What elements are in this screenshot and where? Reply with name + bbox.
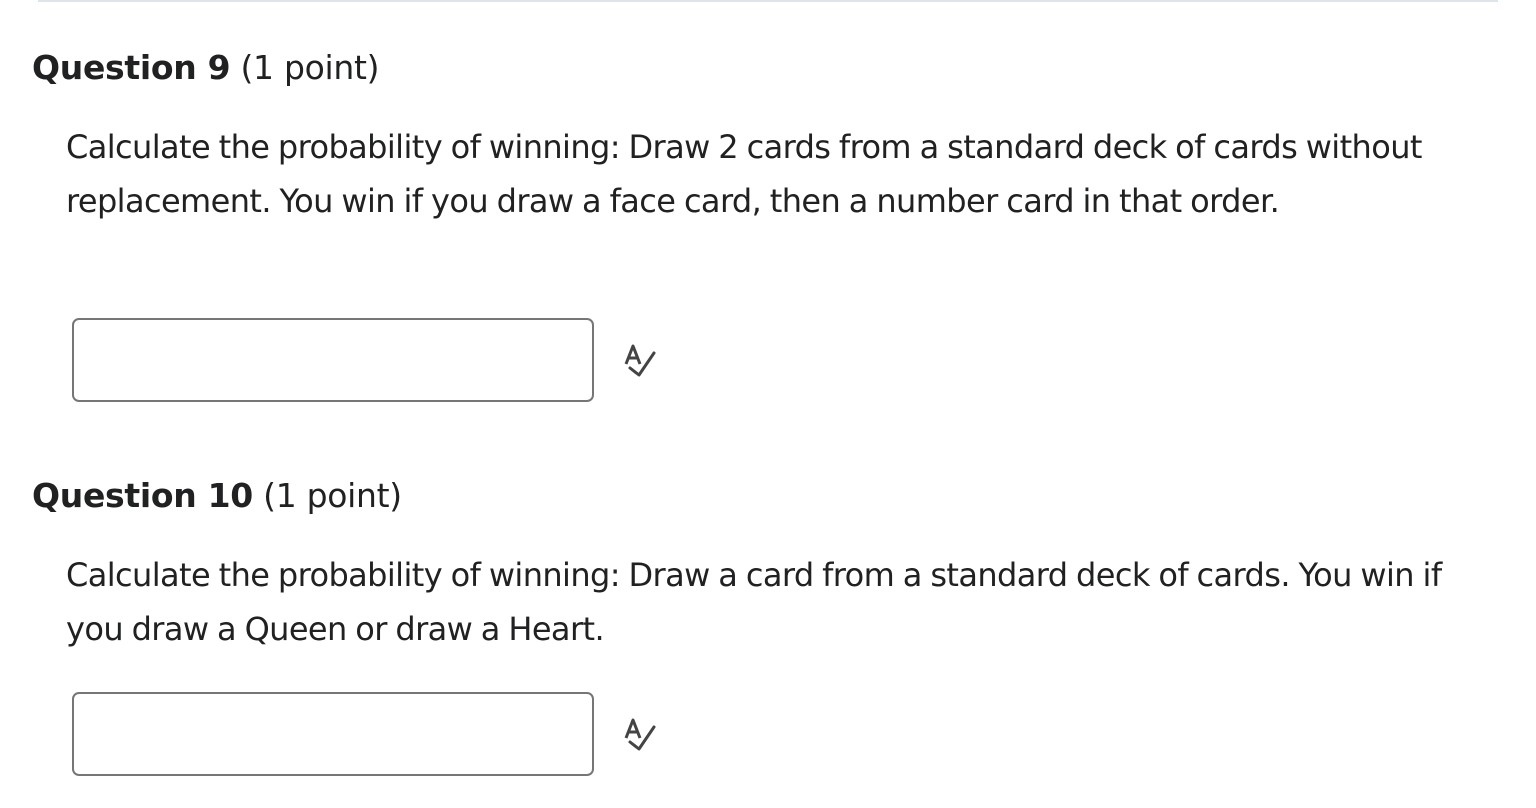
answer-input[interactable]	[72, 692, 594, 776]
section-divider	[38, 0, 1498, 2]
question-title: Question 9	[32, 48, 231, 87]
question-points: (1 point)	[240, 48, 380, 87]
question-title: Question 10	[32, 476, 253, 515]
spell-check-icon[interactable]	[620, 340, 660, 380]
question-header: Question 9 (1 point)	[32, 44, 379, 92]
spell-check-icon[interactable]	[620, 714, 660, 754]
question-text: Calculate the probability of winning: Dr…	[66, 556, 1442, 648]
question-points: (1 point)	[263, 476, 402, 515]
question-text: Calculate the probability of winning: Dr…	[66, 128, 1422, 220]
answer-input[interactable]	[72, 318, 594, 402]
question-header: Question 10 (1 point)	[32, 472, 402, 520]
